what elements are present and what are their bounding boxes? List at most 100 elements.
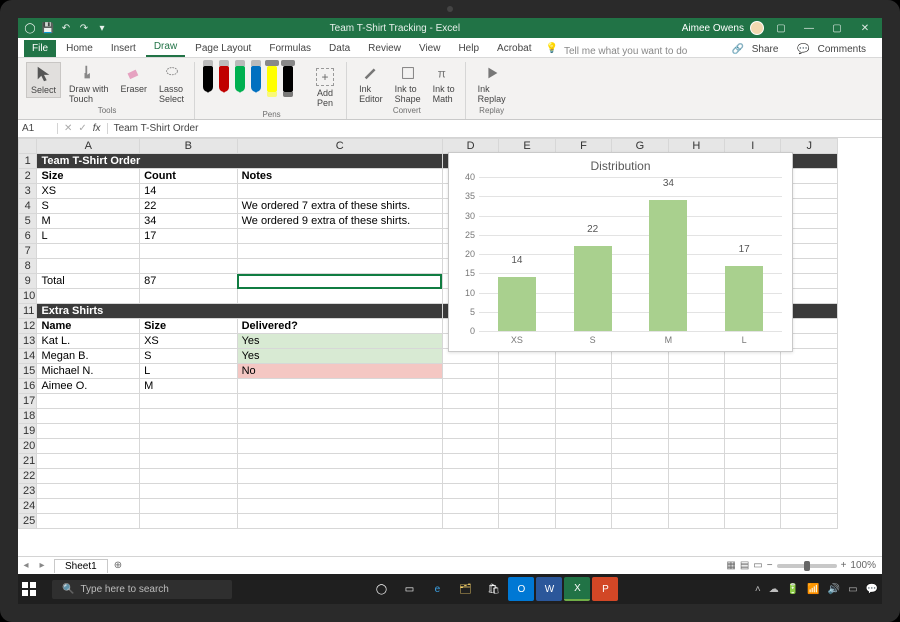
ink-replay-button[interactable]: Ink Replay bbox=[474, 62, 510, 106]
row-header-2[interactable]: 2 bbox=[19, 169, 37, 184]
tell-me-bulb-icon[interactable]: 💡 bbox=[542, 40, 562, 57]
cell-A19[interactable] bbox=[37, 424, 140, 439]
cell-G22[interactable] bbox=[612, 469, 668, 484]
tab-page-layout[interactable]: Page Layout bbox=[187, 40, 259, 57]
cell-A11[interactable]: Extra Shirts bbox=[37, 304, 442, 319]
cell-G15[interactable] bbox=[612, 364, 668, 379]
autosave-toggle[interactable]: ◯ bbox=[24, 22, 36, 34]
add-pen-button[interactable]: + Add Pen bbox=[310, 66, 340, 110]
row-header-15[interactable]: 15 bbox=[19, 364, 37, 379]
comments-button[interactable]: 💬 Comments bbox=[792, 42, 876, 57]
row-header-1[interactable]: 1 bbox=[19, 154, 37, 169]
cell-A20[interactable] bbox=[37, 439, 140, 454]
cell-A6[interactable]: L bbox=[37, 229, 140, 244]
pen-red[interactable] bbox=[219, 66, 229, 92]
cell-B20[interactable] bbox=[140, 439, 238, 454]
cell-G20[interactable] bbox=[612, 439, 668, 454]
cell-E20[interactable] bbox=[499, 439, 555, 454]
row-header-3[interactable]: 3 bbox=[19, 184, 37, 199]
cell-C19[interactable] bbox=[237, 424, 442, 439]
cell-E21[interactable] bbox=[499, 454, 555, 469]
volume-icon[interactable]: 🔊 bbox=[828, 584, 840, 595]
cell-C3[interactable] bbox=[237, 184, 442, 199]
cell-C12[interactable]: Delivered? bbox=[237, 319, 442, 334]
cell-A23[interactable] bbox=[37, 484, 140, 499]
row-header-9[interactable]: 9 bbox=[19, 274, 37, 289]
outlook-icon[interactable]: O bbox=[508, 577, 534, 601]
cell-B6[interactable]: 17 bbox=[140, 229, 238, 244]
row-header-14[interactable]: 14 bbox=[19, 349, 37, 364]
tab-data[interactable]: Data bbox=[321, 40, 358, 57]
lasso-button[interactable]: Lasso Select bbox=[155, 62, 188, 106]
view-normal-icon[interactable]: ▦ bbox=[726, 560, 735, 571]
cell-A18[interactable] bbox=[37, 409, 140, 424]
excel-icon[interactable]: X bbox=[564, 577, 590, 601]
row-header-7[interactable]: 7 bbox=[19, 244, 37, 259]
row-header-19[interactable]: 19 bbox=[19, 424, 37, 439]
cell-A21[interactable] bbox=[37, 454, 140, 469]
cell-F25[interactable] bbox=[555, 514, 611, 529]
cell-B8[interactable] bbox=[140, 259, 238, 274]
cell-G18[interactable] bbox=[612, 409, 668, 424]
cell-A7[interactable] bbox=[37, 244, 140, 259]
cell-A3[interactable]: XS bbox=[37, 184, 140, 199]
cell-I17[interactable] bbox=[725, 394, 781, 409]
row-header-18[interactable]: 18 bbox=[19, 409, 37, 424]
cell-E18[interactable] bbox=[499, 409, 555, 424]
tab-help[interactable]: Help bbox=[450, 40, 487, 57]
view-pagebreak-icon[interactable]: ▭ bbox=[753, 560, 762, 571]
cell-J22[interactable] bbox=[781, 469, 838, 484]
cell-D17[interactable] bbox=[442, 394, 498, 409]
cell-B10[interactable] bbox=[140, 289, 238, 304]
cell-B13[interactable]: XS bbox=[140, 334, 238, 349]
cell-J20[interactable] bbox=[781, 439, 838, 454]
cell-C22[interactable] bbox=[237, 469, 442, 484]
cell-F15[interactable] bbox=[555, 364, 611, 379]
row-header-16[interactable]: 16 bbox=[19, 379, 37, 394]
cell-G16[interactable] bbox=[612, 379, 668, 394]
action-center-icon[interactable]: 💬 bbox=[866, 584, 878, 595]
cell-A24[interactable] bbox=[37, 499, 140, 514]
row-header-10[interactable]: 10 bbox=[19, 289, 37, 304]
tab-acrobat[interactable]: Acrobat bbox=[489, 40, 539, 57]
cell-B14[interactable]: S bbox=[140, 349, 238, 364]
tell-me-input[interactable]: Tell me what you want to do bbox=[564, 46, 687, 57]
sheet-tab-sheet1[interactable]: Sheet1 bbox=[54, 559, 108, 573]
cell-D15[interactable] bbox=[442, 364, 498, 379]
row-header-25[interactable]: 25 bbox=[19, 514, 37, 529]
cell-A1[interactable]: Team T-Shirt Order bbox=[37, 154, 442, 169]
cell-J17[interactable] bbox=[781, 394, 838, 409]
cell-E22[interactable] bbox=[499, 469, 555, 484]
cell-F16[interactable] bbox=[555, 379, 611, 394]
cell-C7[interactable] bbox=[237, 244, 442, 259]
chart-bar-M[interactable] bbox=[649, 200, 687, 331]
cell-I22[interactable] bbox=[725, 469, 781, 484]
cell-G23[interactable] bbox=[612, 484, 668, 499]
view-pagelayout-icon[interactable]: ▤ bbox=[740, 560, 749, 571]
tab-view[interactable]: View bbox=[411, 40, 449, 57]
cell-F19[interactable] bbox=[555, 424, 611, 439]
cell-E23[interactable] bbox=[499, 484, 555, 499]
cell-D20[interactable] bbox=[442, 439, 498, 454]
pen-green[interactable] bbox=[235, 66, 245, 92]
cell-C25[interactable] bbox=[237, 514, 442, 529]
cell-J25[interactable] bbox=[781, 514, 838, 529]
cell-H17[interactable] bbox=[668, 394, 724, 409]
name-box[interactable]: A1 bbox=[18, 123, 58, 134]
cell-G24[interactable] bbox=[612, 499, 668, 514]
save-icon[interactable]: 💾 bbox=[42, 22, 54, 34]
row-header-5[interactable]: 5 bbox=[19, 214, 37, 229]
user-name[interactable]: Aimee Owens bbox=[682, 23, 744, 34]
cell-A2[interactable]: Size bbox=[37, 169, 140, 184]
draw-touch-button[interactable]: Draw with Touch bbox=[65, 62, 113, 106]
tab-draw[interactable]: Draw bbox=[146, 38, 185, 57]
cell-B17[interactable] bbox=[140, 394, 238, 409]
cell-E16[interactable] bbox=[499, 379, 555, 394]
cell-D19[interactable] bbox=[442, 424, 498, 439]
cell-B22[interactable] bbox=[140, 469, 238, 484]
start-button[interactable] bbox=[22, 582, 48, 596]
cell-C23[interactable] bbox=[237, 484, 442, 499]
cell-A8[interactable] bbox=[37, 259, 140, 274]
cell-G25[interactable] bbox=[612, 514, 668, 529]
onedrive-icon[interactable]: ☁ bbox=[769, 584, 779, 595]
